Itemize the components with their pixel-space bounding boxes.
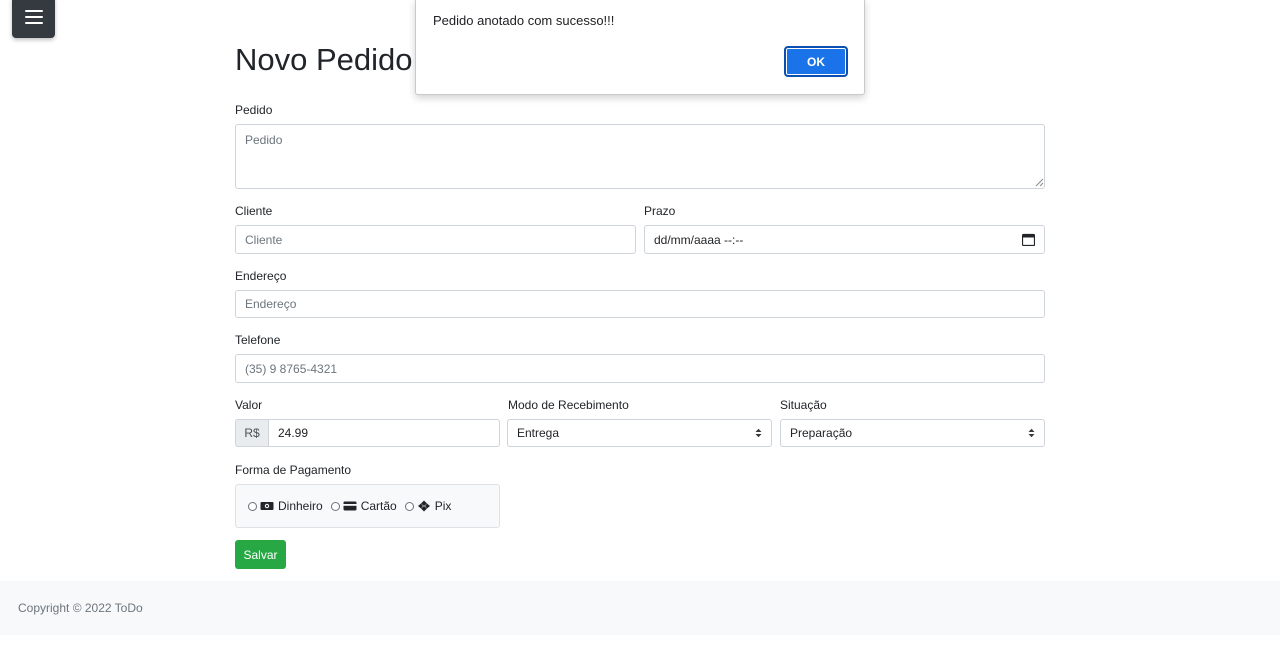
modo-recebimento-label: Modo de Recebimento [508,398,629,412]
valor-input[interactable]: 24.99 [268,419,500,447]
radio-label-pix: Pix [434,499,452,513]
alert-dialog: Pedido anotado com sucesso!!! OK [415,0,865,95]
radio-option-dinheiro[interactable]: Dinheiro [248,499,323,513]
hamburger-menu-icon [24,10,43,24]
forma-pagamento-group: Dinheiro Cartão Pix [235,484,500,528]
cliente-label: Cliente [235,204,273,218]
radio-button[interactable] [330,501,340,511]
endereco-label: Endereço [235,269,287,283]
footer: Copyright © 2022 ToDo [0,581,1280,635]
currency-prefix: R$ [235,419,268,447]
pedido-textarea[interactable] [235,124,1045,189]
radio-option-cartao[interactable]: Cartão [330,499,397,513]
radio-label-cartao: Cartão [360,499,397,513]
select-arrows-icon [1028,428,1035,438]
radio-button[interactable] [404,501,414,511]
alert-message: Pedido anotado com sucesso!!! [433,13,615,28]
select-arrows-icon [755,428,762,438]
situacao-select[interactable]: Preparação [780,419,1045,447]
cliente-input[interactable] [235,225,636,254]
radio-label-dinheiro: Dinheiro [278,499,323,513]
calendar-icon[interactable] [1022,233,1035,246]
money-bill-icon [260,502,274,510]
alert-ok-button[interactable]: OK [784,46,848,77]
pedido-label: Pedido [235,103,273,117]
prazo-datetime-input[interactable]: dd/mm/aaaa --:-- [644,225,1045,254]
valor-input-group: R$ 24.99 [235,419,500,447]
resize-grip-icon[interactable] [1035,178,1044,187]
telefone-input[interactable] [235,354,1045,383]
situacao-value: Preparação [790,426,853,440]
situacao-label: Situação [780,398,827,412]
forma-pagamento-label: Forma de Pagamento [235,463,352,477]
prazo-label: Prazo [644,204,676,218]
prazo-value: dd/mm/aaaa --:-- [654,232,744,247]
pix-icon [417,500,430,512]
copyright-text: Copyright © 2022 ToDo [18,601,143,615]
valor-label: Valor [235,398,263,412]
telefone-label: Telefone [235,333,281,347]
radio-option-pix[interactable]: Pix [404,499,452,513]
save-button[interactable]: Salvar [235,540,286,569]
modo-recebimento-value: Entrega [517,426,560,440]
endereco-input[interactable] [235,290,1045,318]
modo-recebimento-select[interactable]: Entrega [507,419,772,447]
radio-button[interactable] [248,501,257,511]
page-title: Novo Pedido [235,42,413,77]
menu-toggle-button[interactable] [12,0,55,38]
credit-card-icon [343,501,357,511]
